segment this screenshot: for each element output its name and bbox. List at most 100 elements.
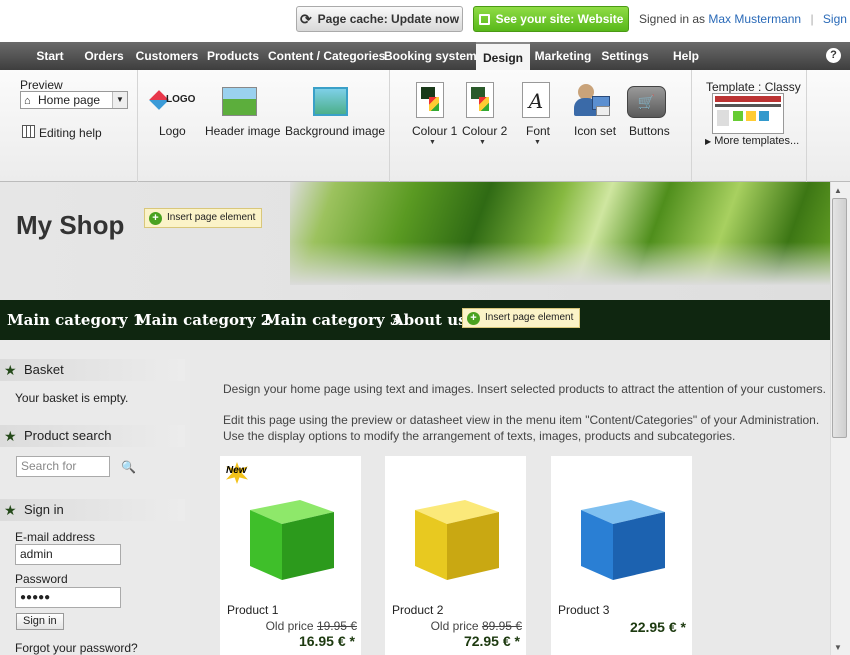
product-image[interactable]	[573, 482, 671, 582]
separator: |	[810, 12, 814, 26]
menu-content-categories[interactable]: Content / Categories	[268, 42, 385, 70]
plus-icon: +	[467, 312, 480, 325]
product-image[interactable]	[407, 482, 505, 582]
product-card[interactable]: Product 3 22.95 € *	[551, 456, 692, 655]
old-price: Old price 19.95 €	[265, 619, 357, 633]
home-icon: ⌂	[24, 95, 31, 107]
new-badge-label: New	[226, 465, 247, 476]
chevron-down-icon[interactable]: ▼	[479, 139, 486, 146]
preview-label: Preview	[20, 78, 63, 92]
more-templates-link[interactable]: ▶ More templates...	[705, 135, 799, 147]
chevron-down-icon[interactable]: ▼	[429, 139, 436, 146]
intro-text-3: Use the display options to modify the ar…	[223, 429, 736, 443]
more-templates-label: More templates...	[714, 135, 800, 147]
shop-name: My Shop	[16, 210, 125, 240]
font-icon[interactable]: A	[522, 82, 550, 118]
leaf-header-image	[290, 182, 830, 285]
icon-set-icon[interactable]	[574, 84, 612, 118]
page-cache-button[interactable]: ⟳ Page cache: Update now	[296, 6, 463, 32]
menu-settings[interactable]: Settings	[600, 42, 650, 70]
insert-page-element-button[interactable]: + Insert page element	[144, 208, 263, 228]
preview-select[interactable]: ⌂ Home page ▼	[20, 91, 128, 109]
basket-empty-text: Your basket is empty.	[15, 391, 129, 405]
grid-icon	[22, 125, 35, 138]
forgot-password-link[interactable]: Forgot your password?	[15, 641, 138, 655]
page-cache-label: Page cache: Update now	[317, 12, 460, 26]
font-tool-label[interactable]: Font	[526, 124, 550, 138]
search-input[interactable]: Search for	[16, 456, 110, 477]
signed-in-info: Signed in as Max Mustermann | Sign out	[639, 12, 850, 26]
user-name-link[interactable]: Max Mustermann	[708, 12, 801, 26]
menu-booking-system[interactable]: Booking system	[384, 42, 477, 70]
product-price: 22.95 € *	[629, 619, 686, 635]
email-field[interactable]: admin	[15, 544, 121, 565]
menu-help[interactable]: Help	[668, 42, 704, 70]
plus-icon: +	[149, 212, 162, 225]
colour2-tool-label[interactable]: Colour 2	[462, 124, 507, 138]
category-link-3[interactable]: Main category 3	[264, 311, 400, 329]
shop-header-banner	[0, 182, 830, 300]
sign-in-button[interactable]: Sign in	[16, 613, 64, 630]
chevron-down-icon: ▼	[112, 92, 127, 108]
star-icon: ★	[4, 362, 17, 378]
scroll-down-icon[interactable]: ▼	[834, 643, 842, 652]
icon-set-tool-label[interactable]: Icon set	[574, 124, 616, 138]
template-thumbnail[interactable]	[712, 93, 784, 134]
menu-start[interactable]: Start	[28, 42, 72, 70]
menu-customers[interactable]: Customers	[134, 42, 200, 70]
menu-products[interactable]: Products	[204, 42, 262, 70]
logo-tool-label[interactable]: Logo	[159, 124, 186, 138]
product-card[interactable]: New Product 1 Old price 19.95 € 16.95 € …	[220, 456, 361, 655]
background-image-tool-label[interactable]: Background image	[285, 124, 385, 138]
palette-icon[interactable]	[466, 82, 494, 118]
preview-value: Home page	[38, 93, 101, 107]
refresh-icon: ⟳	[299, 10, 312, 27]
insert-page-element-button[interactable]: + Insert page element	[462, 308, 581, 328]
star-icon: ★	[4, 502, 17, 518]
sign-out-link[interactable]: Sign out	[823, 12, 850, 26]
main-menu: Start Orders Customers Products Content …	[0, 42, 850, 70]
product-name[interactable]: Product 3	[558, 603, 609, 617]
top-bar: ⟳ Page cache: Update now See your site: …	[0, 0, 850, 42]
password-label: Password	[15, 572, 68, 586]
editing-help-link[interactable]: Editing help	[39, 126, 102, 140]
header-image-icon[interactable]	[222, 87, 257, 116]
product-image[interactable]	[242, 482, 340, 582]
password-field[interactable]: ●●●●●	[15, 587, 121, 608]
magnifier-icon[interactable]: 🔍	[121, 460, 136, 474]
sign-in-title: Sign in	[24, 502, 64, 517]
email-label: E-mail address	[15, 530, 96, 544]
basket-title: Basket	[24, 362, 64, 377]
product-search-title: Product search	[24, 428, 112, 443]
sign-in-box-title: ★ Sign in	[0, 499, 185, 521]
see-site-button[interactable]: See your site: Website	[473, 6, 629, 32]
cart-button-icon[interactable]: 🛒	[627, 86, 666, 118]
menu-orders[interactable]: Orders	[80, 42, 128, 70]
header-image-tool-label[interactable]: Header image	[205, 124, 280, 138]
star-icon: ★	[4, 428, 17, 444]
product-price: 72.95 € *	[463, 633, 520, 649]
buttons-tool-label[interactable]: Buttons	[629, 124, 670, 138]
basket-box-title: ★ Basket	[0, 359, 185, 381]
insert-page-element-label: Insert page element	[485, 312, 574, 323]
product-name[interactable]: Product 1	[227, 603, 278, 617]
external-link-icon	[478, 13, 490, 25]
category-link-about[interactable]: About us	[392, 311, 467, 329]
scroll-up-icon[interactable]: ▲	[834, 186, 842, 195]
product-name[interactable]: Product 2	[392, 603, 443, 617]
category-link-2[interactable]: Main category 2	[135, 311, 271, 329]
logo-icon[interactable]: LOGO	[149, 90, 195, 112]
product-price: 16.95 € *	[298, 633, 355, 649]
menu-design[interactable]: Design	[476, 42, 530, 70]
insert-page-element-label: Insert page element	[167, 212, 256, 223]
chevron-down-icon[interactable]: ▼	[534, 139, 541, 146]
product-card[interactable]: Product 2 Old price 89.95 € 72.95 € *	[385, 456, 526, 655]
colour1-tool-label[interactable]: Colour 1	[412, 124, 457, 138]
see-site-label: See your site: Website	[495, 12, 624, 26]
scrollbar-thumb[interactable]	[832, 198, 847, 438]
category-link-1[interactable]: Main category 1	[7, 311, 143, 329]
help-icon[interactable]: ?	[826, 48, 841, 63]
menu-marketing[interactable]: Marketing	[534, 42, 592, 70]
background-image-icon[interactable]	[313, 87, 348, 116]
palette-icon[interactable]	[416, 82, 444, 118]
